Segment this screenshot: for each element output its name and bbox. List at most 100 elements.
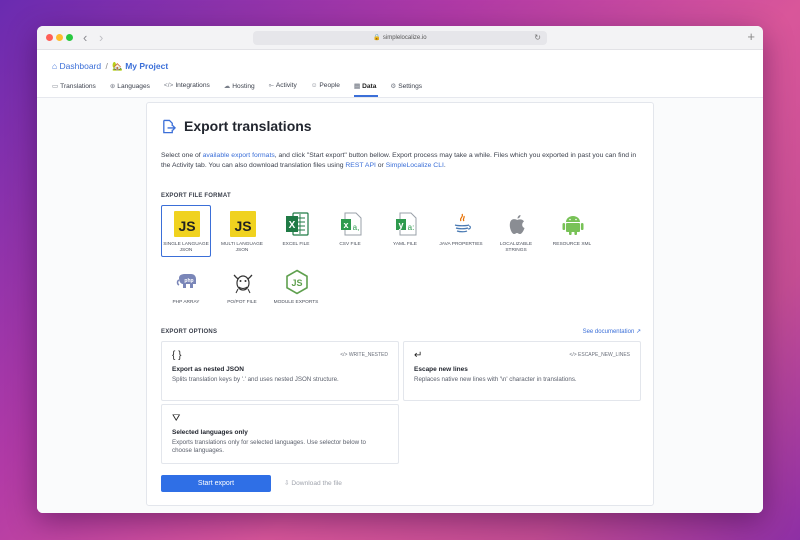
tab-languages[interactable]: ⊕ Languages [110, 82, 158, 97]
people-icon: ☺ [310, 82, 318, 89]
tab-translations[interactable]: ▭ Translations [52, 82, 104, 97]
format-excel-file[interactable]: X Excel File [271, 205, 321, 257]
java-icon [454, 213, 471, 233]
format-csv-file[interactable]: x a, CSV File [325, 205, 375, 257]
export-card: Export translations Select one of availa… [146, 102, 654, 506]
export-options-label: EXPORT OPTIONS [161, 329, 218, 335]
svg-text:JS: JS [291, 278, 302, 288]
nodejs-icon: JS [286, 269, 308, 295]
minimize-window-button[interactable] [56, 34, 63, 41]
cli-link[interactable]: SimpleLocalize CLI [386, 162, 444, 169]
breadcrumb-dashboard-link[interactable]: Dashboard [60, 61, 102, 71]
svg-text:JS: JS [178, 218, 195, 234]
android-icon [562, 216, 584, 235]
download-file-button[interactable]: ⇩ Download the file [284, 475, 342, 492]
page-title-text: Export translations [184, 118, 312, 134]
csv-icon: x a, [341, 212, 362, 236]
format-single-language-json[interactable]: JS Single Language JSON [161, 205, 211, 257]
option-write-nested[interactable]: { } </> WRITE_NESTED Export as nested JS… [161, 341, 399, 401]
url-text: simplelocalize.io [382, 35, 427, 41]
option-description: Splits translation keys by '.' and uses … [172, 376, 339, 383]
format-php-array[interactable]: php PHP Array [161, 263, 211, 315]
option-escape-new-lines[interactable]: ↵ </> ESCAPE_NEW_LINES Escape new lines … [403, 341, 641, 401]
svg-text:php: php [184, 278, 193, 284]
format-java-properties[interactable]: Java Properties [436, 205, 486, 257]
cloud-icon: ☁ [223, 83, 231, 90]
format-label: Resource XML [552, 242, 592, 247]
format-label: PHP Array [172, 300, 200, 305]
option-description: Replaces native new lines with '\n' char… [414, 376, 577, 383]
close-window-button[interactable] [46, 34, 53, 41]
breadcrumb-project-link[interactable]: My Project [125, 61, 168, 71]
svg-text:y: y [398, 220, 403, 230]
activity-icon: ⟜ [268, 82, 274, 89]
format-yaml-file[interactable]: y a: YAML File [380, 205, 430, 257]
rest-api-link[interactable]: REST API [345, 162, 375, 169]
format-label: Excel File [282, 242, 310, 247]
option-code: </> WRITE_NESTED [340, 352, 388, 358]
database-icon: ▤ [353, 83, 361, 90]
code-icon: </> [163, 82, 174, 89]
filter-icon: ⛛ [172, 413, 181, 424]
tab-integrations[interactable]: </> Integrations [164, 82, 218, 97]
svg-text:X: X [289, 220, 296, 231]
tab-label: Translations [60, 83, 96, 90]
tab-people[interactable]: ☺ People [311, 82, 348, 97]
format-label: YAML File [393, 242, 417, 247]
new-tab-icon[interactable]: + [747, 29, 755, 44]
browser-titlebar: ‹ › 🔒 simplelocalize.io ↻ + [37, 26, 763, 50]
tab-label: Settings [398, 83, 423, 90]
start-export-button[interactable]: Start export [161, 475, 271, 492]
maximize-window-button[interactable] [66, 34, 73, 41]
project-emoji: 🏡 [112, 61, 123, 71]
svg-text:x: x [343, 220, 348, 230]
tab-activity[interactable]: ⟜ Activity [269, 82, 305, 97]
format-label: Localizable Strings [499, 242, 533, 253]
format-module-exports[interactable]: JS Module Exports [271, 263, 321, 315]
export-file-format-label: EXPORT FILE FORMAT [161, 193, 231, 199]
format-label: Single Language JSON [163, 242, 209, 253]
svg-text:a,: a, [353, 223, 360, 232]
braces-icon: { } [172, 350, 182, 361]
tab-hosting[interactable]: ☁ Hosting [224, 82, 263, 97]
js-icon: JS [174, 211, 200, 237]
tab-label: Activity [275, 82, 297, 89]
address-bar[interactable]: 🔒 simplelocalize.io ↻ [253, 31, 547, 45]
format-po-pot-file[interactable]: PO/POT File [217, 263, 267, 315]
php-elephant-icon: php [176, 274, 196, 288]
back-arrow-icon[interactable]: ‹ [83, 30, 87, 45]
download-label: Download the file [291, 480, 342, 487]
intro-text: Select one of available export formats, … [161, 151, 639, 171]
home-icon: ⌂ [52, 61, 58, 71]
format-label: Java Properties [439, 242, 483, 247]
gnu-icon [233, 274, 253, 294]
tab-label: Data [362, 83, 377, 90]
format-multi-language-json[interactable]: JS Multi Language JSON [217, 205, 267, 257]
format-resource-xml[interactable]: Resource XML [547, 205, 597, 257]
js-icon: JS [230, 211, 256, 237]
app-header: ⌂ Dashboard / 🏡 My Project ▭ Translations… [37, 50, 763, 98]
option-title: Export as nested JSON [172, 366, 244, 373]
tab-settings[interactable]: ⚙ Settings [390, 82, 430, 97]
excel-icon: X [286, 212, 309, 236]
format-label: PO/POT File [227, 300, 257, 305]
format-label: CSV File [339, 242, 361, 247]
format-localizable-strings[interactable]: Localizable Strings [491, 205, 541, 257]
breadcrumb: ⌂ Dashboard / 🏡 My Project [52, 61, 168, 72]
option-description: Exports translations only for selected l… [172, 439, 366, 454]
forward-arrow-icon[interactable]: › [99, 30, 103, 45]
gear-icon: ⚙ [390, 83, 397, 90]
option-selected-languages[interactable]: ⛛ Selected languages only Exports transl… [161, 404, 399, 464]
breadcrumb-separator: / [105, 61, 108, 71]
return-icon: ↵ [414, 350, 423, 361]
tab-label: People [319, 82, 340, 89]
svg-text:a:: a: [408, 223, 415, 232]
yaml-icon: y a: [396, 212, 417, 236]
see-documentation-link[interactable]: See documentation ↗ [583, 328, 641, 335]
export-formats-link[interactable]: available export formats [203, 152, 275, 159]
tab-label: Languages [117, 83, 150, 90]
tab-label: Integrations [175, 82, 210, 89]
tab-data[interactable]: ▤ Data [353, 82, 384, 97]
option-title: Selected languages only [172, 429, 248, 436]
reload-icon[interactable]: ↻ [534, 31, 541, 45]
